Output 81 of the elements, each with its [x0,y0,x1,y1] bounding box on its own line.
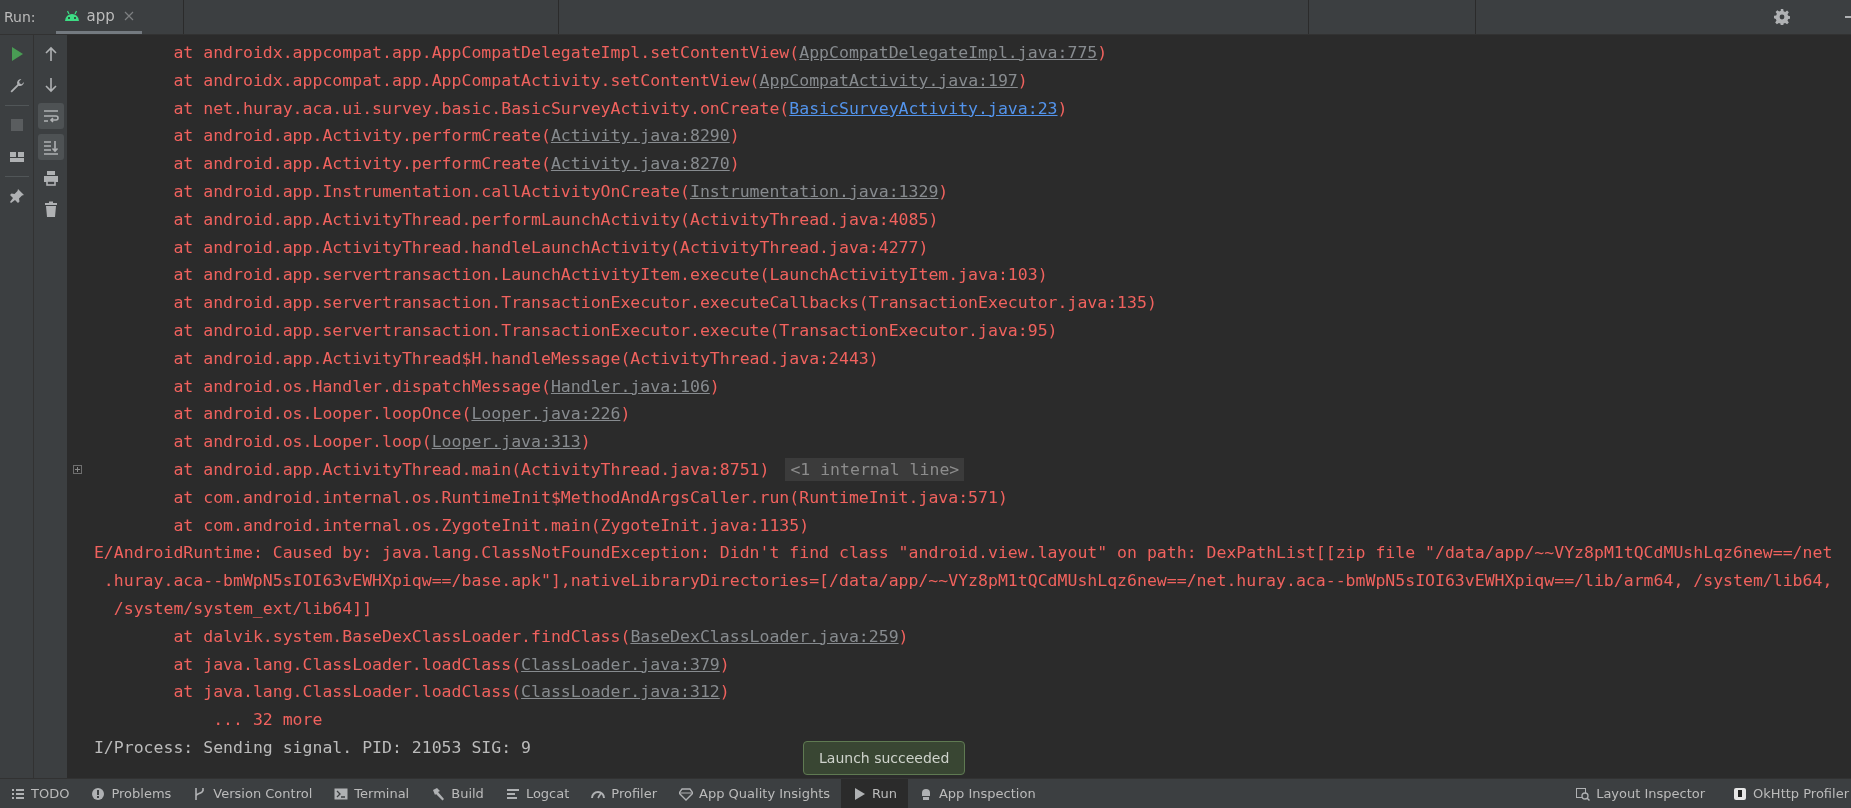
play-icon [852,786,867,801]
log-text: at android.app.Activity.performCreate( [173,154,551,174]
tool-window-button[interactable]: Build [420,779,495,808]
log-text: ) [580,432,591,452]
file-link[interactable]: Instrumentation.java:1329 [689,182,939,201]
info-icon [91,786,106,801]
terminal-icon [334,786,349,801]
log-text: at com.android.internal.os.ZygoteInit.main(ZygoteInit.java:1135) [173,515,810,535]
diamond-icon [679,786,694,801]
settings-icon[interactable] [1774,9,1790,25]
log-text: at androidx.appcompat.app.AppCompatActivity.setContentView( [173,70,760,90]
run-label: Run: [4,9,36,25]
file-link[interactable]: Looper.java:313 [431,432,581,452]
log-text: ) [898,626,909,646]
tool-window-button[interactable]: OkHttp Profiler [1715,779,1851,808]
log-text: at android.os.Looper.loop( [173,432,432,452]
file-link[interactable]: AppCompatDelegateImpl.java:775 [799,43,1098,62]
soft-wrap-icon[interactable] [37,103,64,129]
log-text: at android.app.ActivityThread$H.handleMessage(ActivityThread.java:2443) [173,348,879,368]
log-text: at com.android.internal.os.RuntimeInit$MethodAndArgsCaller.run(RuntimeInit.java:571) [173,487,1008,507]
android-icon [63,9,80,22]
log-text: ) [938,182,949,201]
log-text: at net.huray.aca.ui.survey.basic.BasicSurveyActivity.onCreate( [173,98,790,118]
log-text: ... 32 more [213,710,323,730]
tool-window-button[interactable]: Run [841,779,908,808]
file-link[interactable]: Handler.java:106 [550,376,710,396]
log-text: at android.os.Handler.dispatchMessage( [173,376,551,396]
lines-icon [505,786,520,801]
log-text: E/AndroidRuntime: Caused by: java.lang.ClassNotFoundException: Didn't find class "android.view.layout" on path: DexPathList[[zip file "/data/app/~~VYz8pM1tQCdMUshLqz6new==/net [93,543,1833,563]
tool-window-button[interactable]: Terminal [323,779,421,808]
tool-window-button[interactable]: Logcat [494,779,581,808]
list-icon [11,786,25,801]
file-link[interactable]: AppCompatActivity.java:197 [759,70,1018,90]
hammer-icon [431,786,446,801]
file-link[interactable]: Activity.java:8290 [550,126,730,146]
log-text: at android.app.ActivityThread.performLaunchActivity(ActivityThread.java:4085) [173,209,939,229]
log-text: at android.app.servertransaction.TransactionExecutor.executeCallbacks(TransactionExecutor.java:135) [173,293,1157,313]
log-text: at androidx.appcompat.app.AppCompatDelegateImpl.setContentView( [173,43,800,62]
log-text: at android.app.Activity.performCreate( [173,126,551,146]
file-link[interactable]: ClassLoader.java:312 [521,682,720,702]
folded-lines[interactable]: <1 internal line> [785,457,965,481]
log-text: at android.app.servertransaction.TransactionExecutor.execute(TransactionExecutor.java:95) [173,320,1058,340]
file-link[interactable]: BaseDexClassLoader.java:259 [630,626,899,646]
tool-window-button[interactable]: Layout Inspector [1558,779,1716,808]
close-icon[interactable] [123,10,134,21]
log-text: ) [719,682,730,702]
log-text: at android.app.servertransaction.LaunchActivityItem.execute(LaunchActivityItem.java:103) [173,265,1048,285]
log-text: at android.app.Instrumentation.callActivityOnCreate( [173,182,690,201]
notification-toast: Launch succeeded [803,741,966,775]
okhttp-icon [1733,786,1748,801]
file-link[interactable]: Looper.java:226 [471,404,621,424]
log-text: ) [1017,70,1028,90]
log-text: ) [719,654,730,674]
log-text: ) [1097,43,1108,62]
log-text: at android.app.ActivityThread.handleLaunchActivity(ActivityThread.java:4277) [173,237,929,257]
log-text: at dalvik.system.BaseDexClassLoader.findClass( [173,626,631,646]
log-text: ) [709,376,720,396]
log-text: ) [729,154,740,174]
log-text: at java.lang.ClassLoader.loadClass( [173,654,522,674]
log-text: /system/system_ext/lib64]] [113,598,373,618]
log-text: I/Process: Sending signal. PID: 21053 SIG: 9 [93,737,532,757]
log-text: .huray.aca--bmWpN5sIOI63vEWHXpiqw==/base.apk"],nativeLibraryDirectories=[/data/app/~~VYz8pM1tQCdMUshLqz6new==/net.huray.aca--bmWpN5sIOI63vEWHXpiqw==/lib/arm64, /system/lib64, [103,571,1833,591]
inspector-icon [1576,786,1591,801]
log-text: at java.lang.ClassLoader.loadClass( [173,682,522,702]
log-text: ) [1057,98,1068,118]
tool-window-button[interactable]: App Quality Insights [668,779,842,808]
file-link[interactable]: Activity.java:8270 [550,154,730,174]
log-text: ) [729,126,740,146]
tool-window-button[interactable]: App Inspection [907,779,1047,808]
tool-window-button[interactable]: Problems [80,779,183,808]
log-text: at android.app.ActivityThread.main(ActivityThread.java:8751) [173,459,770,479]
scroll-to-end-icon[interactable] [37,134,64,160]
tool-window-button[interactable]: Profiler [580,779,669,808]
run-tab[interactable]: app [55,0,142,34]
tool-window-button[interactable]: Version Control [182,779,324,808]
file-link[interactable]: ClassLoader.java:379 [521,654,720,674]
log-text: at android.os.Looper.loopOnce( [173,404,472,424]
expand-icon[interactable] [73,464,82,474]
file-link[interactable]: BasicSurveyActivity.java:23 [789,98,1058,118]
tool-window-button[interactable]: TODO [0,779,81,808]
log-text: ) [620,404,631,424]
